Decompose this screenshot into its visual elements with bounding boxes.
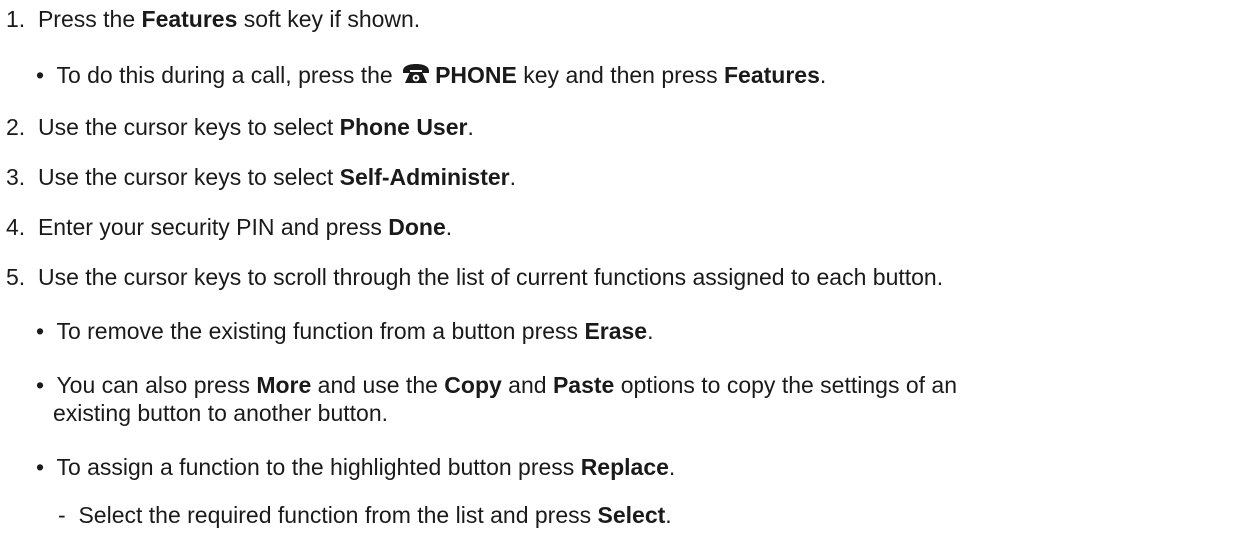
step-1-bullet-1: • To do this during a call, press the PH… <box>36 62 827 88</box>
step-5-bullet-2-continuation: existing button to another button. <box>53 400 389 426</box>
step-5: 5. Use the cursor keys to scroll through… <box>6 264 944 290</box>
step-3: 3. Use the cursor keys to select Self-Ad… <box>6 164 517 190</box>
phone-icon <box>403 64 430 83</box>
step-2: 2. Use the cursor keys to select Phone U… <box>6 114 474 140</box>
step-5-bullet-3-dash-1: - Select the required function from the … <box>58 502 672 528</box>
step-5-bullet-1: • To remove the existing function from a… <box>36 318 654 344</box>
step-1: 1. Press the Features soft key if shown. <box>6 6 421 32</box>
step-5-bullet-2: • You can also press More and use the Co… <box>36 372 957 398</box>
step-5-bullet-3: • To assign a function to the highlighte… <box>36 454 676 480</box>
step-4: 4. Enter your security PIN and press Don… <box>6 214 453 240</box>
